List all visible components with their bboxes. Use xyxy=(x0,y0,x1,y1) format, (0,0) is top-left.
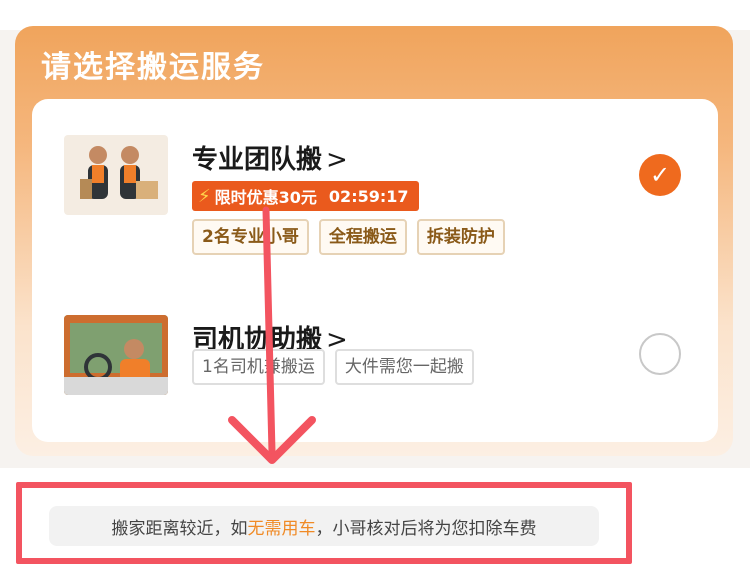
annotation-arrow-icon xyxy=(228,206,316,464)
